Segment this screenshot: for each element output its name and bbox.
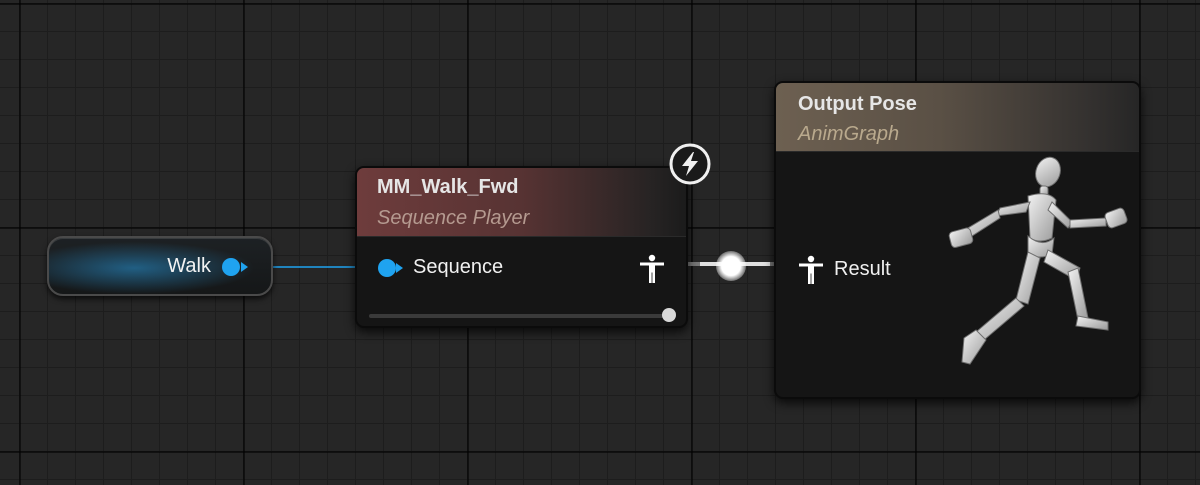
person-pose-icon[interactable]: [798, 255, 824, 285]
person-pose-icon[interactable]: [639, 254, 665, 284]
play-position-handle[interactable]: [662, 308, 676, 322]
play-position-slider[interactable]: [369, 314, 675, 318]
walk-output-pin[interactable]: [222, 258, 240, 276]
sequence-player-title: MM_Walk_Fwd: [377, 176, 519, 198]
output-pose-subtitle: AnimGraph: [798, 123, 900, 145]
walk-variable-node[interactable]: Walk: [47, 236, 273, 296]
result-input-label: Result: [834, 258, 891, 280]
sequence-input-pin-arrow: [396, 263, 403, 273]
sequence-player-node[interactable]: MM_Walk_Fwd Sequence Player Sequence: [355, 166, 688, 328]
walk-variable-label: Walk: [167, 255, 211, 277]
output-pose-title: Output Pose: [798, 93, 917, 115]
sequence-player-subtitle: Sequence Player: [377, 207, 530, 229]
sequence-player-header[interactable]: MM_Walk_Fwd Sequence Player: [357, 168, 686, 237]
lightning-bolt-icon: [669, 143, 711, 185]
output-pose-header[interactable]: Output Pose AnimGraph: [776, 83, 1139, 152]
sequence-input-pin[interactable]: [378, 259, 396, 277]
sequence-input-label: Sequence: [413, 256, 504, 278]
pose-wire-glow: [716, 251, 746, 281]
walk-output-pin-arrow: [241, 262, 248, 272]
running-mannequin-icon: [948, 156, 1128, 365]
